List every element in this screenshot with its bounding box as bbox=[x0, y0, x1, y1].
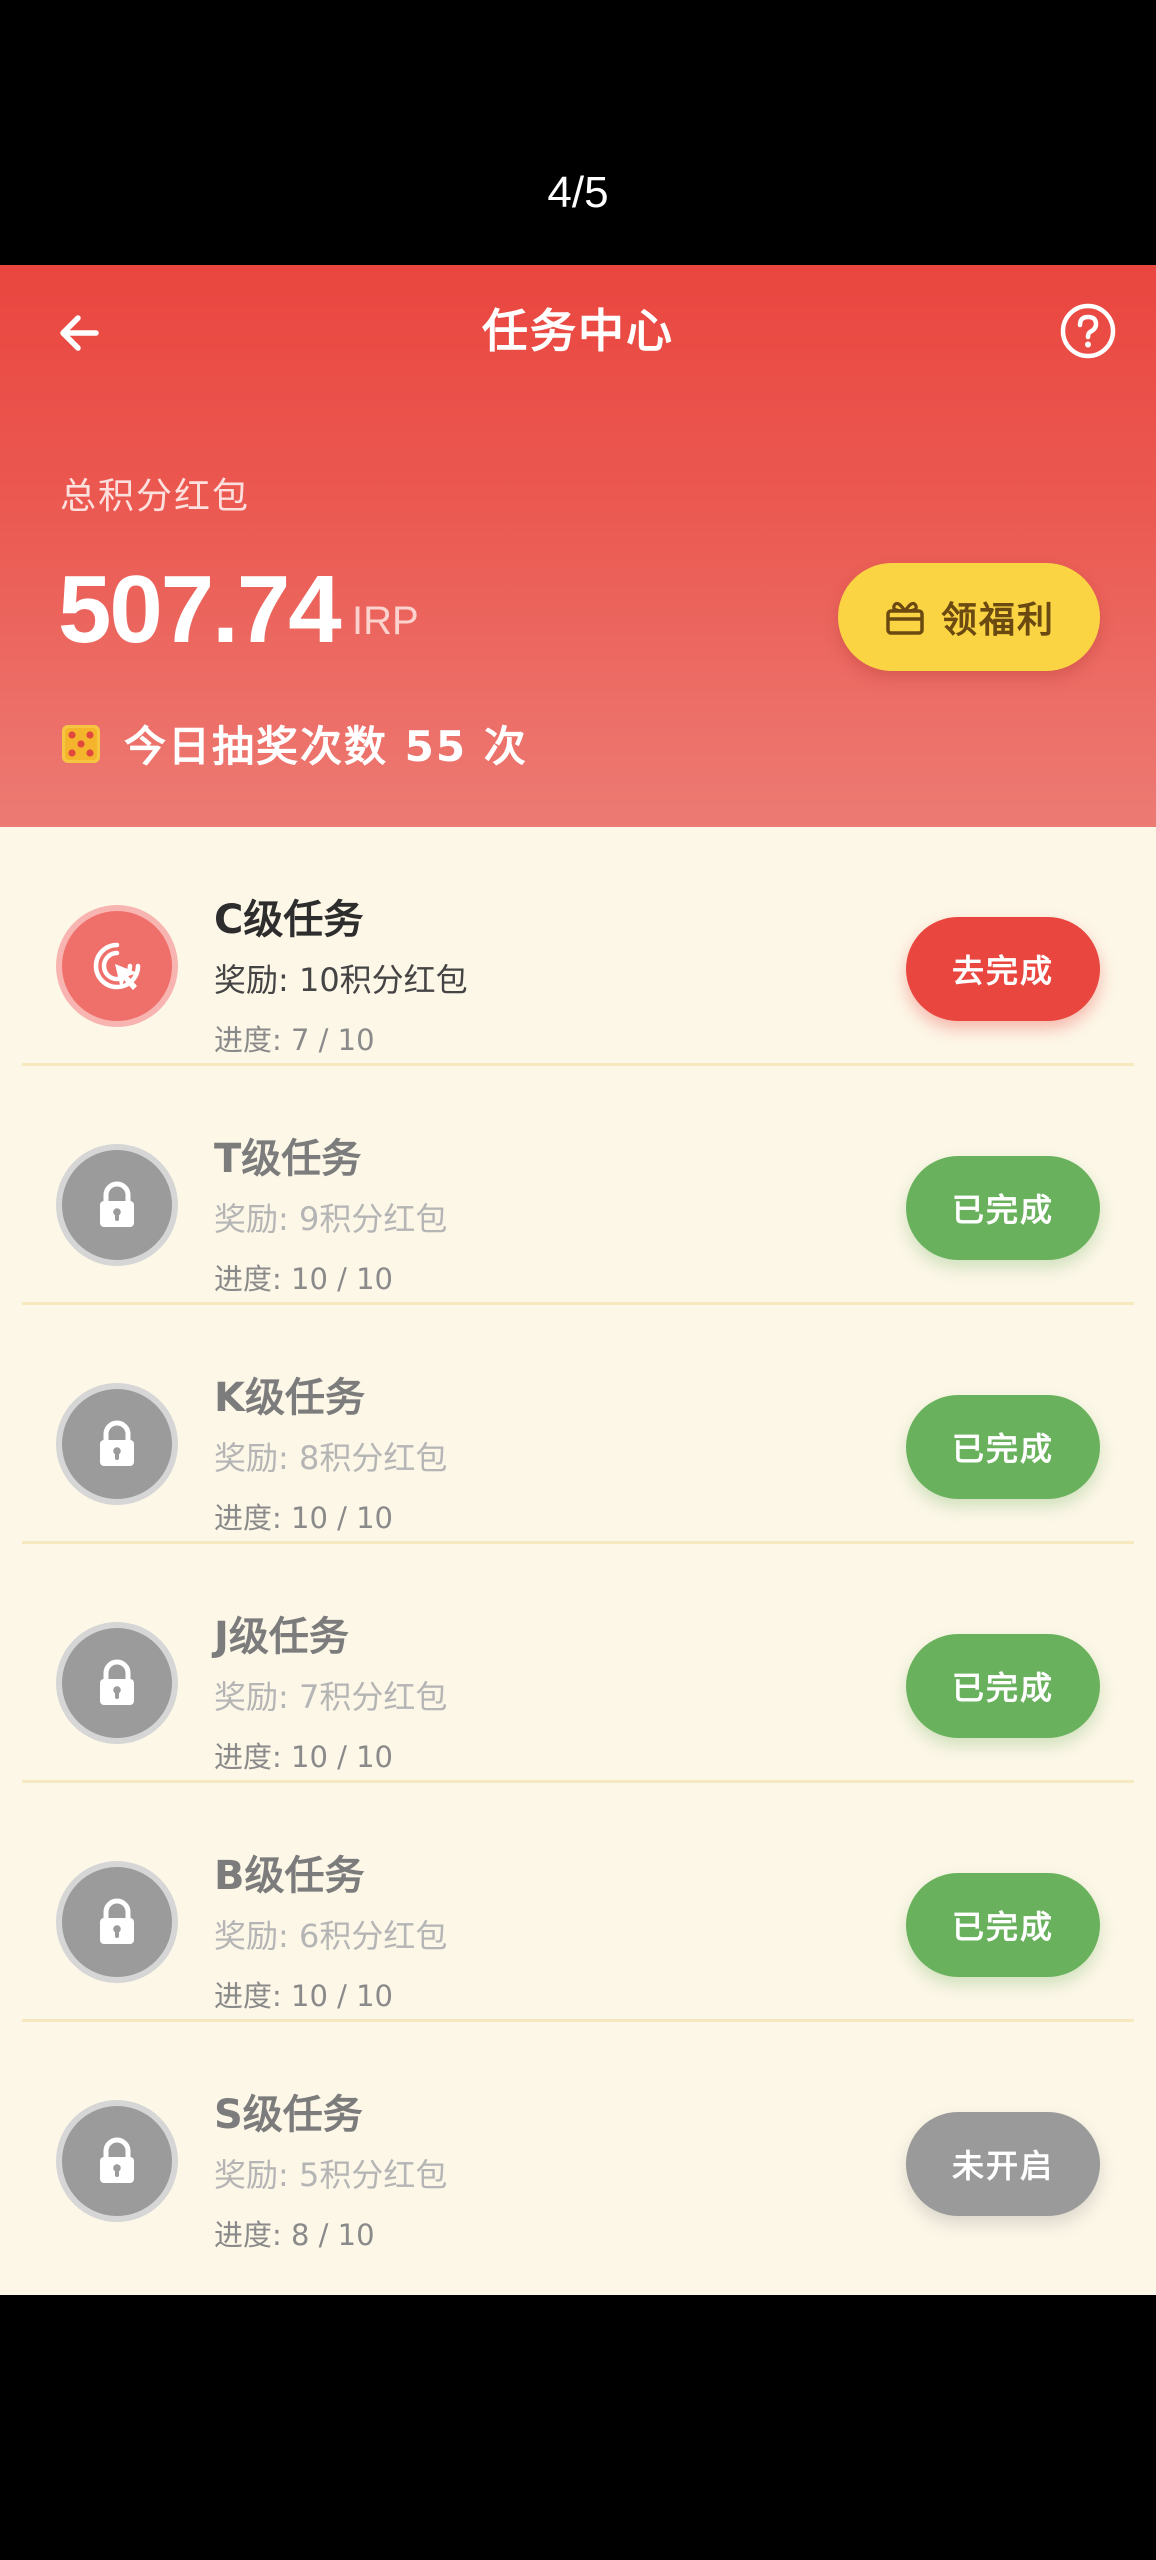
task-item: S级任务 奖励: 5积分红包 进度: 8 / 10 未开启 bbox=[0, 2022, 1156, 2261]
task-item: C级任务 奖励: 10积分红包 进度: 7 / 10 去完成 bbox=[0, 827, 1156, 1066]
claim-welfare-label: 领福利 bbox=[940, 600, 1055, 641]
dice-icon bbox=[62, 724, 100, 763]
help-button[interactable] bbox=[1058, 301, 1118, 361]
task-progress: 进度: 8 / 10 bbox=[214, 2218, 375, 2252]
lock-icon bbox=[100, 1659, 134, 1705]
image-viewer-top-bar: 4/5 bbox=[0, 0, 1156, 265]
task-badge bbox=[56, 1861, 178, 1983]
task-badge bbox=[56, 1622, 178, 1744]
task-item: K级任务 奖励: 8积分红包 进度: 10 / 10 已完成 bbox=[0, 1305, 1156, 1544]
task-badge bbox=[56, 905, 178, 1027]
header: 任务中心 总积分红包 507.74 IRP 领福利 今日抽奖次数 55 次 bbox=[0, 265, 1156, 827]
total-points-label: 总积分红包 bbox=[60, 476, 251, 517]
task-item: J级任务 奖励: 7积分红包 进度: 10 / 10 已完成 bbox=[0, 1544, 1156, 1783]
task-progress: 进度: 10 / 10 bbox=[214, 1979, 393, 2013]
task-reward: 奖励: 7积分红包 bbox=[214, 1678, 448, 1716]
lock-icon bbox=[100, 1420, 134, 1466]
claim-welfare-button[interactable]: 领福利 bbox=[838, 563, 1100, 671]
task-progress: 进度: 10 / 10 bbox=[214, 1740, 393, 1774]
task-name: C级任务 bbox=[214, 897, 364, 943]
task-list: C级任务 奖励: 10积分红包 进度: 7 / 10 去完成 T级任务 奖励: … bbox=[0, 827, 1156, 2261]
task-name: J级任务 bbox=[214, 1614, 349, 1660]
task-progress: 进度: 10 / 10 bbox=[214, 1262, 393, 1296]
go-complete-button[interactable]: 去完成 bbox=[906, 917, 1100, 1021]
lock-icon bbox=[100, 2137, 134, 2183]
task-name: K级任务 bbox=[214, 1375, 365, 1421]
not-open-button[interactable]: 未开启 bbox=[906, 2112, 1100, 2216]
lock-icon bbox=[100, 1898, 134, 1944]
daily-draws: 今日抽奖次数 55 次 bbox=[60, 713, 528, 774]
task-badge bbox=[56, 1383, 178, 1505]
task-progress: 进度: 10 / 10 bbox=[214, 1501, 393, 1535]
completed-button[interactable]: 已完成 bbox=[906, 1634, 1100, 1738]
gift-icon bbox=[886, 601, 924, 635]
task-name: S级任务 bbox=[214, 2092, 363, 2138]
page-title: 任务中心 bbox=[482, 304, 674, 358]
task-item: B级任务 奖励: 6积分红包 进度: 10 / 10 已完成 bbox=[0, 1783, 1156, 2022]
page-counter: 4/5 bbox=[547, 168, 609, 217]
total-points-unit: IRP bbox=[352, 599, 419, 643]
pointer-target-icon bbox=[93, 942, 141, 990]
total-points-amount: 507.74 bbox=[58, 556, 342, 663]
task-name: T级任务 bbox=[214, 1136, 362, 1182]
task-badge bbox=[56, 2100, 178, 2222]
task-reward: 奖励: 10积分红包 bbox=[214, 961, 468, 999]
task-center-screen: 任务中心 总积分红包 507.74 IRP 领福利 今日抽奖次数 55 次 C级… bbox=[0, 265, 1156, 2295]
completed-button[interactable]: 已完成 bbox=[906, 1395, 1100, 1499]
image-viewer-bottom-bar bbox=[0, 2295, 1156, 2560]
task-reward: 奖励: 5积分红包 bbox=[214, 2156, 448, 2194]
question-circle-icon bbox=[1060, 303, 1116, 359]
task-reward: 奖励: 9积分红包 bbox=[214, 1200, 448, 1238]
task-name: B级任务 bbox=[214, 1853, 365, 1899]
task-reward: 奖励: 8积分红包 bbox=[214, 1439, 448, 1477]
lock-icon bbox=[100, 1181, 134, 1227]
task-progress: 进度: 7 / 10 bbox=[214, 1023, 375, 1057]
task-item: T级任务 奖励: 9积分红包 进度: 10 / 10 已完成 bbox=[0, 1066, 1156, 1305]
task-reward: 奖励: 6积分红包 bbox=[214, 1917, 448, 1955]
completed-button[interactable]: 已完成 bbox=[906, 1156, 1100, 1260]
daily-draws-text: 今日抽奖次数 55 次 bbox=[124, 722, 528, 771]
completed-button[interactable]: 已完成 bbox=[906, 1873, 1100, 1977]
task-badge bbox=[56, 1144, 178, 1266]
